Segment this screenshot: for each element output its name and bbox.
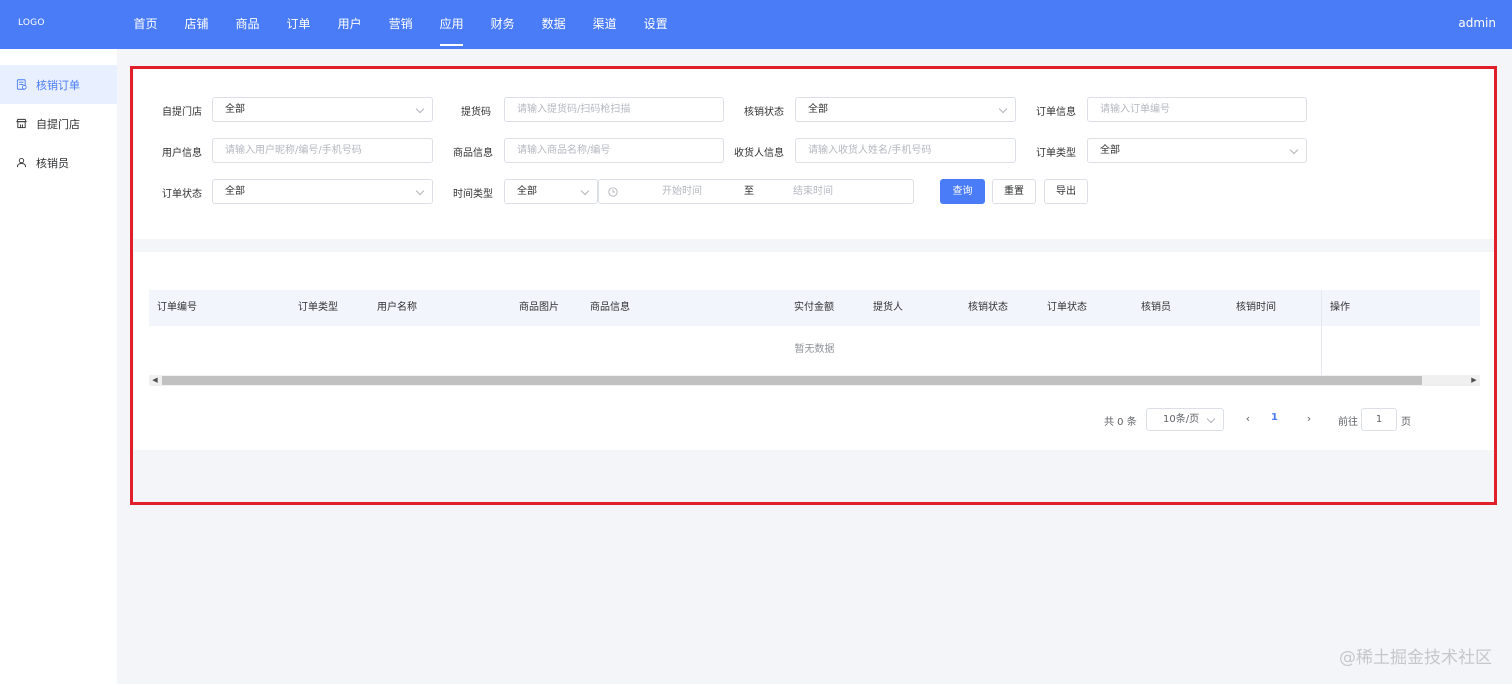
col-goods-info: 商品信息 <box>590 302 630 313</box>
store-select[interactable]: 全部 <box>212 97 433 122</box>
chevron-down-icon <box>1206 414 1216 424</box>
empty-state: 暂无数据 <box>794 344 835 355</box>
verify-status-value: 全部 <box>808 104 828 115</box>
range-separator: 至 <box>744 186 754 197</box>
nav-item-data[interactable]: 数据 <box>528 0 579 49</box>
page-unit-label: 页 <box>1401 417 1411 428</box>
watermark: @稀土掘金技术社区 <box>1339 648 1492 668</box>
start-time-input[interactable]: 开始时间 <box>662 180 702 203</box>
logo: LOGO <box>18 18 45 28</box>
verify-status-label: 核销状态 <box>744 107 784 118</box>
user-info-label: 用户信息 <box>162 148 202 159</box>
user-icon <box>16 158 27 168</box>
goods-info-label: 商品信息 <box>453 148 493 159</box>
nav-item-finance[interactable]: 财务 <box>477 0 528 49</box>
order-status-label: 订单状态 <box>162 189 202 200</box>
order-status-value: 全部 <box>225 186 245 197</box>
pickup-code-input[interactable]: 请输入提货码/扫码枪扫描 <box>504 97 724 122</box>
col-order-type: 订单类型 <box>298 302 338 313</box>
col-goods-image: 商品图片 <box>519 302 559 313</box>
goto-page-input[interactable]: 1 <box>1361 408 1397 431</box>
col-verify-time: 核销时间 <box>1236 302 1276 313</box>
nav-item-home[interactable]: 首页 <box>120 0 171 49</box>
col-paid-amount: 实付金额 <box>794 302 834 313</box>
nav-item-users[interactable]: 用户 <box>324 0 375 49</box>
scroll-right-icon[interactable]: ▶ <box>1469 376 1479 385</box>
order-type-value: 全部 <box>1100 145 1120 156</box>
sidebar: 核销订单 自提门店 核销员 <box>0 49 117 684</box>
clock-icon <box>608 187 618 197</box>
sidebar-item-label: 自提门店 <box>36 117 80 131</box>
col-verifier: 核销员 <box>1141 302 1171 313</box>
nav-item-shop[interactable]: 店铺 <box>171 0 222 49</box>
chevron-down-icon <box>415 104 425 114</box>
order-type-select[interactable]: 全部 <box>1087 138 1307 163</box>
sidebar-item-label: 核销员 <box>36 156 69 170</box>
time-type-select[interactable]: 全部 <box>504 179 598 204</box>
panel-divider <box>134 239 1497 252</box>
receiver-input[interactable]: 请输入收货人姓名/手机号码 <box>795 138 1016 163</box>
pickup-code-label: 提货码 <box>461 107 491 118</box>
pagination-total: 共 0 条 <box>1104 417 1137 428</box>
sidebar-item-verifiers[interactable]: 核销员 <box>0 143 117 182</box>
verify-status-select[interactable]: 全部 <box>795 97 1016 122</box>
chevron-down-icon <box>580 186 590 196</box>
prev-page-icon[interactable]: ‹ <box>1241 413 1255 425</box>
next-page-icon[interactable]: › <box>1302 413 1316 425</box>
store-select-value: 全部 <box>225 104 245 115</box>
order-type-label: 订单类型 <box>1036 148 1076 159</box>
end-time-input[interactable]: 结束时间 <box>793 180 833 203</box>
order-status-select[interactable]: 全部 <box>212 179 433 204</box>
time-type-label: 时间类型 <box>453 189 493 200</box>
col-actions: 操作 <box>1330 302 1350 313</box>
top-navbar: LOGO 首页 店铺 商品 订单 用户 营销 应用 财务 数据 渠道 设置 ad… <box>0 0 1512 49</box>
main-nav: 首页 店铺 商品 订单 用户 营销 应用 财务 数据 渠道 设置 <box>120 0 681 49</box>
page-size-value: 10条/页 <box>1163 414 1200 425</box>
scroll-left-icon[interactable]: ◀ <box>150 376 160 385</box>
store-icon <box>16 118 27 129</box>
scrollbar-thumb[interactable] <box>162 376 1422 385</box>
chevron-down-icon <box>415 186 425 196</box>
col-user-name: 用户名称 <box>377 302 417 313</box>
query-button[interactable]: 查询 <box>940 179 985 204</box>
receipt-icon <box>16 79 27 90</box>
page-size-select[interactable]: 10条/页 <box>1146 408 1224 431</box>
nav-item-settings[interactable]: 设置 <box>630 0 681 49</box>
goto-label: 前往 <box>1338 417 1358 428</box>
reset-button[interactable]: 重置 <box>992 179 1036 204</box>
time-type-value: 全部 <box>517 186 537 197</box>
nav-item-orders[interactable]: 订单 <box>273 0 324 49</box>
fixed-column-divider <box>1321 290 1322 385</box>
chevron-down-icon <box>1289 145 1299 155</box>
col-verify-status: 核销状态 <box>968 302 1008 313</box>
sidebar-item-label: 核销订单 <box>36 78 80 92</box>
nav-item-marketing[interactable]: 营销 <box>375 0 426 49</box>
col-order-status: 订单状态 <box>1047 302 1087 313</box>
nav-item-channels[interactable]: 渠道 <box>579 0 630 49</box>
nav-item-goods[interactable]: 商品 <box>222 0 273 49</box>
order-info-label: 订单信息 <box>1036 107 1076 118</box>
col-order-no: 订单编号 <box>157 302 197 313</box>
table-header: 订单编号 订单类型 用户名称 商品图片 商品信息 实付金额 提货人 核销状态 订… <box>149 290 1480 326</box>
page-number-current[interactable]: 1 <box>1271 412 1278 423</box>
sidebar-item-pickup-stores[interactable]: 自提门店 <box>0 104 117 143</box>
store-label: 自提门店 <box>162 107 202 118</box>
date-range-picker[interactable]: 开始时间 至 结束时间 <box>598 179 914 204</box>
user-info-input[interactable]: 请输入用户昵称/编号/手机号码 <box>212 138 433 163</box>
goods-info-input[interactable]: 请输入商品名称/编号 <box>504 138 724 163</box>
chevron-down-icon <box>998 104 1008 114</box>
sidebar-item-verify-orders[interactable]: 核销订单 <box>0 65 117 104</box>
user-menu[interactable]: admin <box>1458 16 1496 30</box>
nav-item-apps[interactable]: 应用 <box>426 0 477 49</box>
export-button[interactable]: 导出 <box>1044 179 1088 204</box>
order-info-input[interactable]: 请输入订单编号 <box>1087 97 1307 122</box>
receiver-label: 收货人信息 <box>734 148 784 159</box>
col-receiver: 提货人 <box>873 302 903 313</box>
